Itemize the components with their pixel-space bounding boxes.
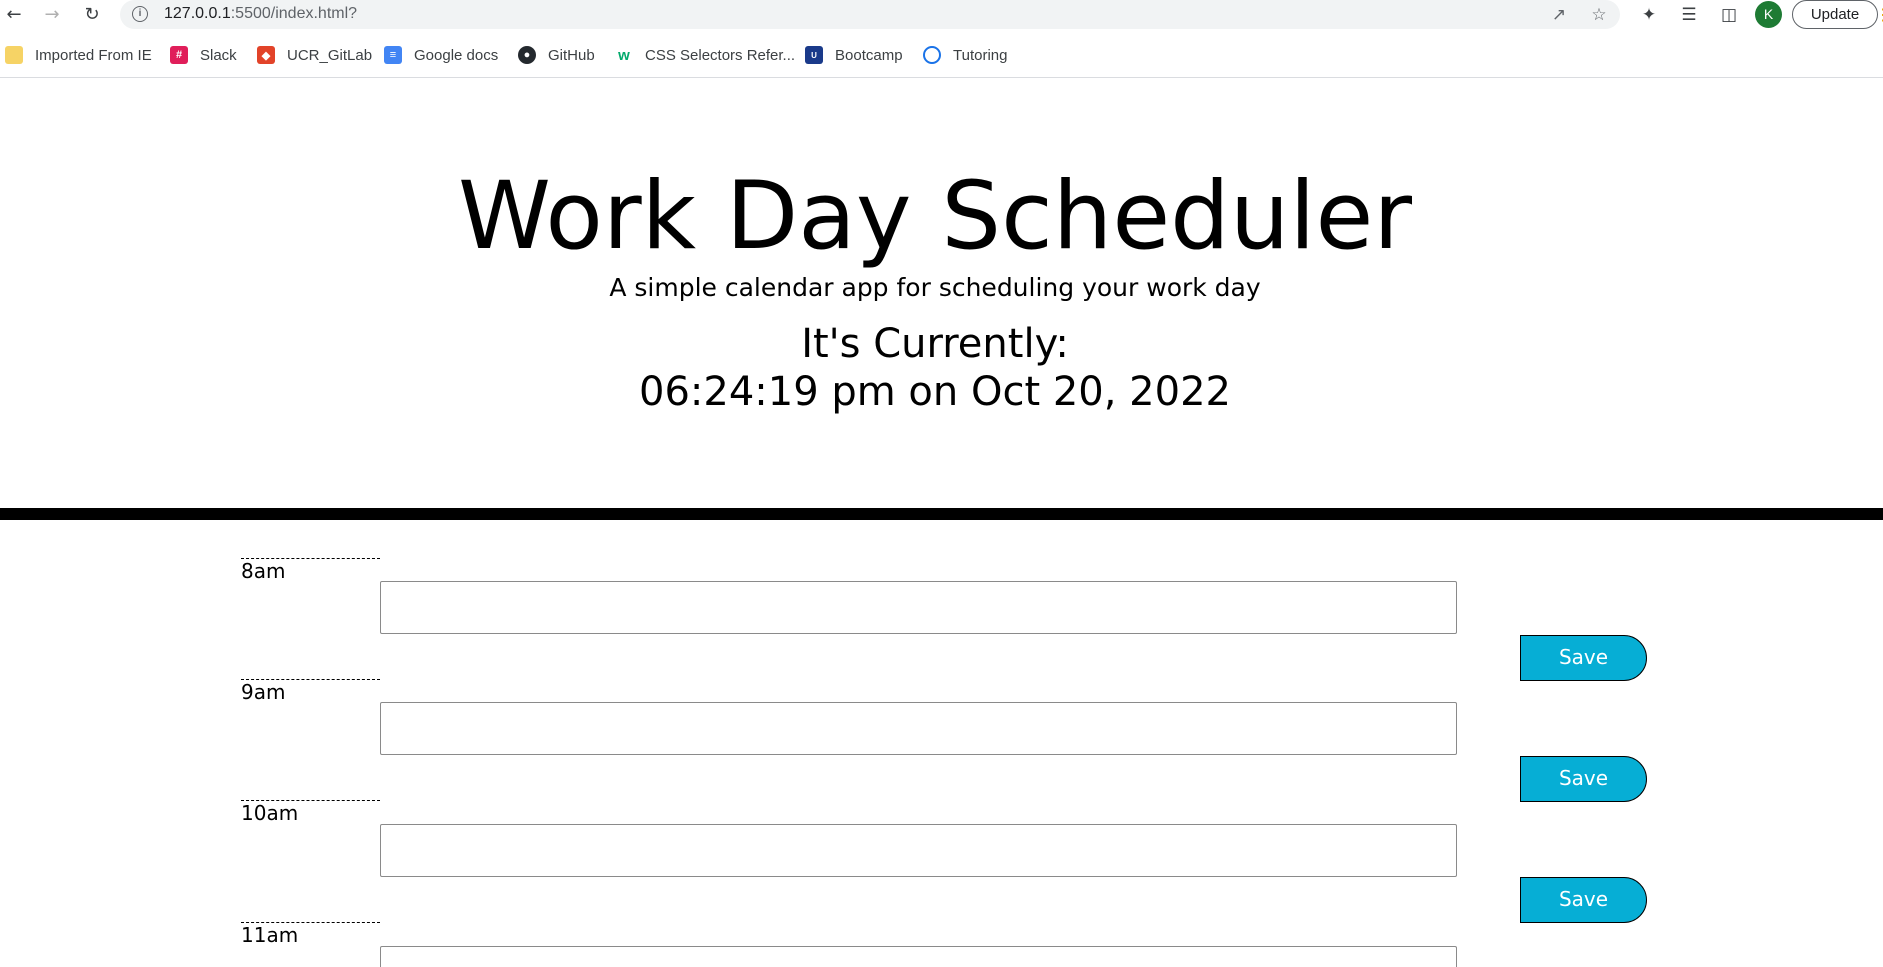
forward-arrow-icon[interactable]: →	[40, 2, 64, 26]
update-button[interactable]: Update	[1792, 0, 1878, 29]
bookmark-github[interactable]: ● GitHub	[518, 43, 595, 67]
current-datetime: 06:24:19 pm on Oct 20, 2022	[639, 369, 1231, 415]
browser-toolbar: ← → ↻ i 127.0.0.1:5500/index.html? ↗ ☆ ✦…	[0, 0, 1883, 29]
slack-icon: #	[170, 46, 188, 64]
page-subtitle: A simple calendar app for scheduling you…	[609, 273, 1261, 302]
save-button[interactable]: Save	[1520, 877, 1647, 923]
media-control-icon[interactable]: ☰	[1677, 3, 1701, 27]
profile-avatar[interactable]: K	[1755, 1, 1782, 28]
bookmark-css-selectors[interactable]: w CSS Selectors Refer...	[615, 43, 795, 67]
bookmark-label: Imported From IE	[35, 46, 152, 64]
save-button[interactable]: Save	[1520, 635, 1647, 681]
bookmark-star-icon[interactable]: ☆	[1588, 4, 1610, 26]
event-input[interactable]	[380, 581, 1457, 634]
reload-icon[interactable]: ↻	[80, 2, 104, 26]
bookmark-label: Bootcamp	[835, 46, 903, 64]
bookmark-bootcamp[interactable]: U Bootcamp	[805, 43, 903, 67]
bookmark-label: GitHub	[548, 46, 595, 64]
side-panel-icon[interactable]: ◫	[1717, 3, 1741, 27]
google-docs-icon: ≡	[384, 46, 402, 64]
bookmark-imported-from-ie[interactable]: Imported From IE	[5, 43, 152, 67]
hour-label: 10am	[241, 800, 380, 825]
hour-label: 8am	[241, 558, 380, 583]
hour-label: 11am	[241, 922, 380, 947]
url-text[interactable]: 127.0.0.1:5500/index.html?	[164, 5, 357, 23]
bookmark-tutoring[interactable]: Tutoring	[923, 43, 1007, 67]
header-divider	[0, 508, 1883, 520]
bookmark-label: UCR_GitLab	[287, 46, 373, 64]
url-path: :5500/index.html?	[230, 5, 358, 22]
back-arrow-icon[interactable]: ←	[2, 2, 26, 26]
bookmark-label: Slack	[200, 46, 237, 64]
github-icon: ●	[518, 46, 536, 64]
folder-icon	[5, 46, 23, 64]
tutoring-icon	[923, 46, 941, 64]
bookmark-label: Google docs	[414, 46, 499, 64]
site-info-icon[interactable]: i	[132, 6, 148, 22]
bookmark-label: CSS Selectors Refer...	[645, 46, 796, 64]
w3schools-icon: w	[615, 46, 633, 64]
share-icon[interactable]: ↗	[1548, 4, 1570, 26]
event-input[interactable]	[380, 946, 1457, 967]
current-label: It's Currently:	[801, 321, 1069, 367]
event-input[interactable]	[380, 702, 1457, 755]
extensions-puzzle-icon[interactable]: ✦	[1637, 3, 1661, 27]
current-time-display: It's Currently: 06:24:19 pm on Oct 20, 2…	[0, 320, 1870, 416]
url-host: 127.0.0.1	[164, 5, 231, 22]
bookmark-ucr-gitlab[interactable]: ◆ UCR_GitLab	[257, 43, 372, 67]
save-button[interactable]: Save	[1520, 756, 1647, 802]
bookmarks-bar: Imported From IE # Slack ◆ UCR_GitLab ≡ …	[0, 40, 1883, 70]
page-title: Work Day Scheduler	[458, 162, 1412, 271]
bootcamp-icon: U	[805, 46, 823, 64]
header-jumbotron: Work Day Scheduler A simple calendar app…	[0, 78, 1883, 508]
address-bar[interactable]: i 127.0.0.1:5500/index.html? ↗ ☆	[120, 0, 1620, 29]
bookmark-label: Tutoring	[953, 46, 1008, 64]
gitlab-icon: ◆	[257, 46, 275, 64]
kebab-menu-icon[interactable]: ⋮	[1875, 3, 1883, 27]
hour-label: 9am	[241, 679, 380, 704]
bookmark-slack[interactable]: # Slack	[170, 43, 237, 67]
bookmark-google-docs[interactable]: ≡ Google docs	[384, 43, 498, 67]
event-input[interactable]	[380, 824, 1457, 877]
